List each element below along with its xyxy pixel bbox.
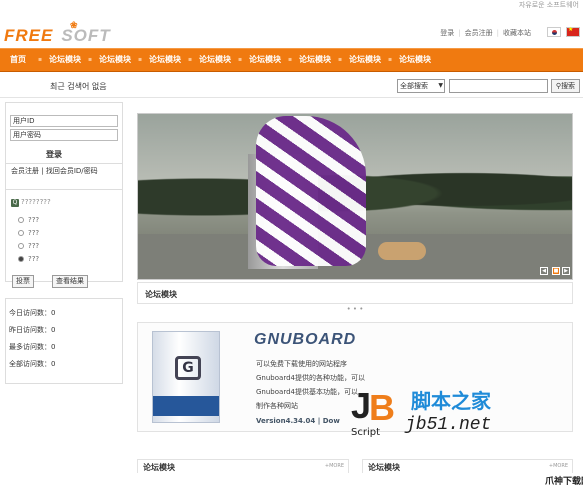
promo-line: 制作各种网站 [256, 402, 298, 410]
stat-yesterday: 昨日访问数：0 [9, 326, 56, 334]
logo-free-text: FREE [4, 26, 54, 45]
main-nav: 首页 论坛模块 论坛模块 论坛模块 论坛模块 论坛模块 论坛模块 论坛模块 论坛… [0, 48, 583, 72]
search-scope-value: 全部搜索 [400, 82, 428, 90]
board-box-left: 论坛模块 +MORE [137, 459, 349, 473]
stat-today: 今日访问数：0 [9, 309, 56, 317]
vote-button[interactable]: 投票 [12, 275, 34, 288]
login-button[interactable]: 登录 [46, 149, 62, 160]
password-field[interactable]: 用户密码 [10, 129, 118, 141]
promo-line: Gnuboard4提供基本功能，可以 [256, 388, 358, 396]
search-bar: 최근 검색어 없음 全部搜索 ▼ ⚲搜索 [0, 76, 583, 98]
nav-item-board[interactable]: 论坛模块 [138, 49, 190, 71]
banner-image[interactable]: ◀ ■ ▶ [137, 113, 573, 280]
top-links: 登录 会员注册 收藏本站 [440, 28, 531, 38]
promo-line: Gnuboard4提供的各种功能，可以 [256, 374, 365, 382]
poll-option-label: ??? [28, 216, 40, 224]
question-icon: Q [11, 199, 19, 207]
nav-item-board[interactable]: 论坛模块 [188, 49, 240, 71]
corner-watermark: 爪神下载网 [545, 477, 583, 487]
site-slogan: 자유로운 소프트웨어 [518, 1, 579, 9]
search-button-label: 搜索 [561, 82, 576, 90]
register-link[interactable]: 会员注册 [11, 167, 39, 175]
register-link[interactable]: 会员注册 [458, 28, 493, 38]
site-logo[interactable]: FREE SOFT ❀ [4, 20, 111, 46]
pagination-dots[interactable]: • • • [137, 304, 573, 314]
logo-soft-text: SOFT [61, 26, 111, 45]
paw-icon: ❀ [70, 20, 79, 30]
search-input[interactable] [449, 79, 548, 93]
nav-item-board[interactable]: 论坛模块 [88, 49, 140, 71]
more-link[interactable]: +MORE [549, 463, 568, 469]
chevron-down-icon: ▼ [438, 82, 443, 89]
banner-pause-icon[interactable]: ■ [552, 267, 560, 275]
visitor-stats: 今日访问数：0 昨日访问数：0 最多访问数：0 全部访问数：0 [5, 298, 123, 384]
search-scope-select[interactable]: 全部搜索 ▼ [397, 79, 445, 93]
username-field[interactable]: 用户ID [10, 115, 118, 127]
board-title[interactable]: 论坛模块 [145, 289, 177, 300]
poll-option[interactable]: ??? [18, 242, 39, 250]
poll-option-label: ??? [28, 229, 40, 237]
product-name: GNUBOARD [254, 331, 357, 348]
banner-dog [378, 242, 426, 260]
login-box: 用户ID 用户密码 登录 会员注册 | 找回会员ID/密码 Q???????? … [5, 102, 123, 288]
gnuboard-logo-icon: G [175, 356, 201, 380]
header: FREE SOFT ❀ 자유로운 소프트웨어 登录 会员注册 收藏本站 [0, 0, 583, 48]
divider [6, 163, 122, 164]
watermark-url: jb51.net [405, 415, 492, 435]
nav-item-board[interactable]: 论坛模块 [338, 49, 390, 71]
divider [6, 189, 122, 190]
radio-checked-icon[interactable] [18, 256, 24, 262]
poll-option[interactable]: ??? [18, 229, 39, 237]
nav-item-board[interactable]: 论坛模块 [288, 49, 340, 71]
watermark-script: Script [351, 427, 381, 438]
banner-striped-fabric [256, 116, 366, 266]
radio-icon[interactable] [18, 243, 24, 249]
sidebar: 用户ID 用户密码 登录 会员注册 | 找回会员ID/密码 Q???????? … [5, 102, 123, 384]
nav-item-home[interactable]: 首页 [0, 49, 40, 71]
stat-total: 全部访问数：0 [9, 360, 56, 368]
radio-icon[interactable] [18, 217, 24, 223]
china-flag-icon[interactable] [566, 26, 580, 37]
promo-version[interactable]: Version4.34.04 | Dow [256, 417, 340, 425]
korea-flag-icon[interactable] [547, 27, 561, 37]
jb51-logo-icon: JB Script [351, 385, 395, 438]
more-link[interactable]: +MORE [325, 463, 344, 469]
login-link[interactable]: 登录 [440, 28, 454, 38]
banner-next-icon[interactable]: ▶ [562, 267, 570, 275]
view-results-button[interactable]: 查看结果 [52, 275, 88, 288]
poll-option-label: ??? [28, 242, 40, 250]
nav-item-board[interactable]: 论坛模块 [388, 49, 440, 71]
poll-option-label: ??? [28, 255, 40, 263]
search-button[interactable]: ⚲搜索 [551, 79, 580, 93]
bookmark-link[interactable]: 收藏本站 [497, 28, 531, 38]
board-box-title[interactable]: 论坛模块 [368, 462, 400, 473]
board-section-header: 论坛模块 [137, 282, 573, 304]
promo-line: 可以免费下载使用的网站程序 [256, 360, 347, 368]
jb51-watermark: JB Script 脚本之家 jb51.net [345, 383, 535, 441]
stat-max: 最多访问数：0 [9, 343, 56, 351]
poll-title: Q???????? [11, 198, 51, 207]
board-box-title[interactable]: 论坛模块 [143, 462, 175, 473]
banner-prev-icon[interactable]: ◀ [540, 267, 548, 275]
poll-option[interactable]: ??? [18, 255, 39, 263]
product-box-image: G [152, 331, 220, 423]
poll-question: ???????? [21, 198, 51, 206]
login-links: 会员注册 | 找回会员ID/密码 [11, 166, 98, 176]
recent-search-notice: 최근 검색어 없음 [50, 82, 107, 91]
radio-icon[interactable] [18, 230, 24, 236]
nav-item-board[interactable]: 论坛模块 [238, 49, 290, 71]
nav-item-board[interactable]: 论坛模块 [38, 49, 90, 71]
find-account-link[interactable]: 找回会员ID/密码 [46, 167, 98, 175]
product-box-band [153, 396, 219, 416]
poll-option[interactable]: ??? [18, 216, 39, 224]
board-box-right: 论坛模块 +MORE [362, 459, 573, 473]
watermark-cn-text: 脚本之家 [411, 389, 491, 413]
